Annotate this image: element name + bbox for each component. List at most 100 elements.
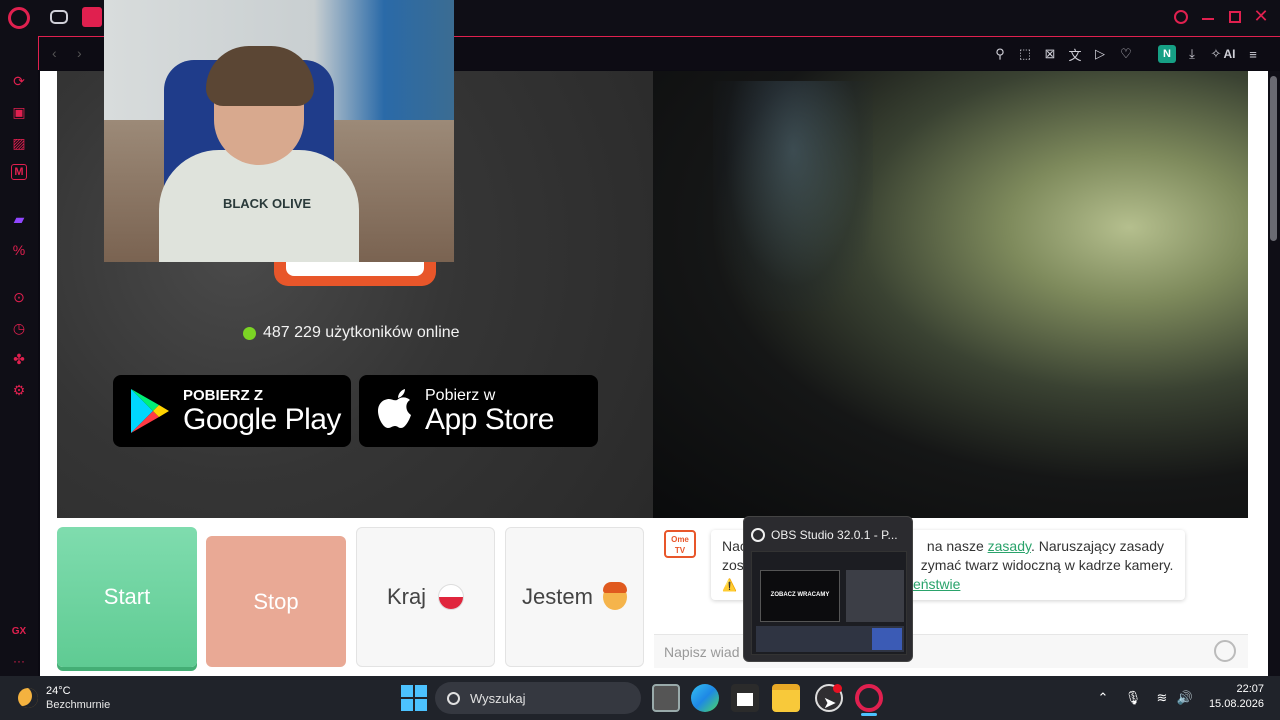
- message-line-2-prefix: zos: [722, 557, 744, 573]
- gender-select-button[interactable]: Jestem: [505, 527, 644, 667]
- ometv-chat-logo: Ome TV: [664, 530, 696, 558]
- tab-favicon-icon[interactable]: [82, 7, 102, 27]
- search-icon[interactable]: [1174, 10, 1188, 24]
- settings-icon[interactable]: ⚙: [9, 380, 29, 400]
- gamepad-icon[interactable]: [50, 10, 68, 24]
- country-filter-button[interactable]: Kraj: [356, 527, 495, 667]
- opera-active-indicator: [861, 713, 877, 716]
- twitch-icon[interactable]: ▰: [9, 209, 29, 229]
- start-button[interactable]: Start: [57, 527, 197, 667]
- online-users-text: 487 229 użytkoników online: [263, 324, 460, 341]
- wifi-icon[interactable]: ≋: [1153, 689, 1171, 707]
- n-extension-icon[interactable]: N: [1158, 45, 1176, 63]
- discount-icon[interactable]: %: [9, 240, 29, 260]
- emoji-picker-icon[interactable]: [1214, 640, 1236, 662]
- menu-icon[interactable]: ≡: [1244, 45, 1262, 63]
- moon-icon: [18, 688, 38, 708]
- online-users-status: 487 229 użytkoników online: [243, 323, 460, 343]
- chat-input-placeholder: Napisz wiad: [664, 643, 740, 660]
- extensions-icon[interactable]: ✤: [9, 349, 29, 369]
- obs-preview-caption: ZOBACZ WRACAMY: [770, 592, 830, 598]
- apple-icon: [378, 389, 411, 428]
- remote-video-area: [653, 71, 1248, 518]
- message-line-2-visible: zymać twarz widoczną w kadrze kamery.: [920, 557, 1174, 573]
- stop-label: Stop: [253, 588, 299, 614]
- clock-date: 15.08.2026: [1208, 698, 1264, 710]
- weather-desc: Bezchmurnie: [46, 699, 111, 711]
- heart-icon[interactable]: ♡: [1117, 45, 1135, 63]
- play-icon[interactable]: ▷: [1091, 45, 1109, 63]
- speed-dial-icon[interactable]: ⟳: [9, 71, 29, 91]
- app-store-button[interactable]: Pobierz w App Store: [359, 375, 598, 447]
- adblock-icon[interactable]: ⊠: [1041, 45, 1059, 63]
- bag-icon[interactable]: ▣: [9, 102, 29, 122]
- app-store-small-text: Pobierz w: [425, 386, 496, 404]
- start-label: Start: [103, 584, 151, 609]
- notification-dot-icon: [833, 684, 842, 693]
- webcam-shirt-print: BLACK OLIVE: [222, 196, 312, 211]
- obs-preview-title: OBS Studio 32.0.1 - P...: [751, 526, 911, 544]
- windows-start-icon[interactable]: [400, 684, 428, 712]
- file-explorer-icon[interactable]: [772, 684, 800, 712]
- obs-logo-icon: [751, 528, 765, 542]
- boy-emoji-icon: [602, 582, 627, 610]
- clock-time: 22:07: [1236, 683, 1264, 695]
- task-view-icon[interactable]: [652, 684, 680, 712]
- search-magnifier-icon: [447, 691, 460, 705]
- ometv-mascot-logo: [274, 262, 436, 286]
- minimize-icon[interactable]: [1202, 18, 1214, 20]
- aria-ai-icon[interactable]: ✧ AI: [1208, 45, 1238, 63]
- app-store-big-text: App Store: [425, 402, 554, 436]
- taskbar-search[interactable]: Wyszukaj: [435, 682, 641, 714]
- obs-sources-panel: [846, 570, 904, 622]
- pin-icon[interactable]: ⚲: [991, 45, 1009, 63]
- obs-title-text: OBS Studio 32.0.1 - P...: [771, 528, 898, 542]
- obs-window-thumbnail: ZOBACZ WRACAMY: [751, 551, 907, 655]
- message-line-1-suffix: . Naruszający zasady: [1030, 538, 1165, 554]
- microphone-icon[interactable]: 🎙: [1124, 689, 1142, 707]
- google-play-icon: [131, 389, 169, 433]
- more-icon[interactable]: ···: [9, 651, 29, 671]
- rules-link[interactable]: zasady: [988, 538, 1031, 554]
- history-icon[interactable]: ◷: [9, 318, 29, 338]
- snapshot-icon[interactable]: ⬚: [1016, 45, 1034, 63]
- search-placeholder: Wyszukaj: [470, 690, 526, 706]
- webcam-person-hair: [206, 46, 314, 106]
- google-play-big-text: Google Play: [183, 402, 341, 436]
- message-line-1-visible: na nasze: [926, 538, 984, 554]
- webcam-preview: BLACK OLIVE: [104, 0, 454, 262]
- weather-temp: 24°C: [46, 685, 71, 697]
- obs-controls-panel: [872, 628, 902, 650]
- weather-widget[interactable]: 24°C Bezchmurnie: [18, 682, 110, 714]
- country-label: Kraj: [386, 584, 427, 609]
- volume-icon[interactable]: 🔊: [1176, 689, 1194, 707]
- close-icon[interactable]: ✕: [1253, 7, 1269, 25]
- back-icon[interactable]: ‹: [52, 45, 57, 61]
- translate-icon[interactable]: 文: [1066, 45, 1084, 63]
- opera-gx-logo-icon[interactable]: [8, 7, 30, 29]
- aria-wand-icon: ✧: [1210, 46, 1222, 61]
- maximize-icon[interactable]: [1229, 11, 1241, 23]
- forward-icon[interactable]: ›: [77, 45, 82, 61]
- poland-flag-icon: [438, 584, 465, 610]
- opera-taskbar-icon[interactable]: [855, 684, 883, 712]
- messenger-m-icon[interactable]: M: [11, 164, 27, 180]
- ai-label: AI: [1223, 47, 1236, 61]
- google-play-button[interactable]: POBIERZ Z Google Play: [113, 375, 351, 447]
- gx-label[interactable]: GX: [9, 621, 29, 641]
- scrollbar-thumb[interactable]: [1270, 76, 1277, 241]
- mouse-cursor-icon: ➤: [823, 695, 837, 712]
- warning-icon: ⚠️: [722, 578, 737, 592]
- stop-button[interactable]: Stop: [206, 536, 346, 667]
- google-play-small-text: POBIERZ Z: [183, 386, 264, 404]
- chevron-up-icon[interactable]: ⌃: [1094, 689, 1112, 707]
- download-icon[interactable]: ⤓: [1183, 45, 1201, 63]
- gender-label: Jestem: [522, 584, 593, 609]
- player-icon[interactable]: ⊙: [9, 287, 29, 307]
- online-dot-icon: [243, 326, 256, 340]
- gx-corner-icon[interactable]: ▨: [9, 133, 29, 153]
- store-icon[interactable]: [731, 684, 759, 712]
- system-clock[interactable]: 22:07 15.08.2026: [1196, 682, 1264, 712]
- edge-icon[interactable]: [691, 684, 719, 712]
- safety-link[interactable]: eństwie: [913, 576, 960, 592]
